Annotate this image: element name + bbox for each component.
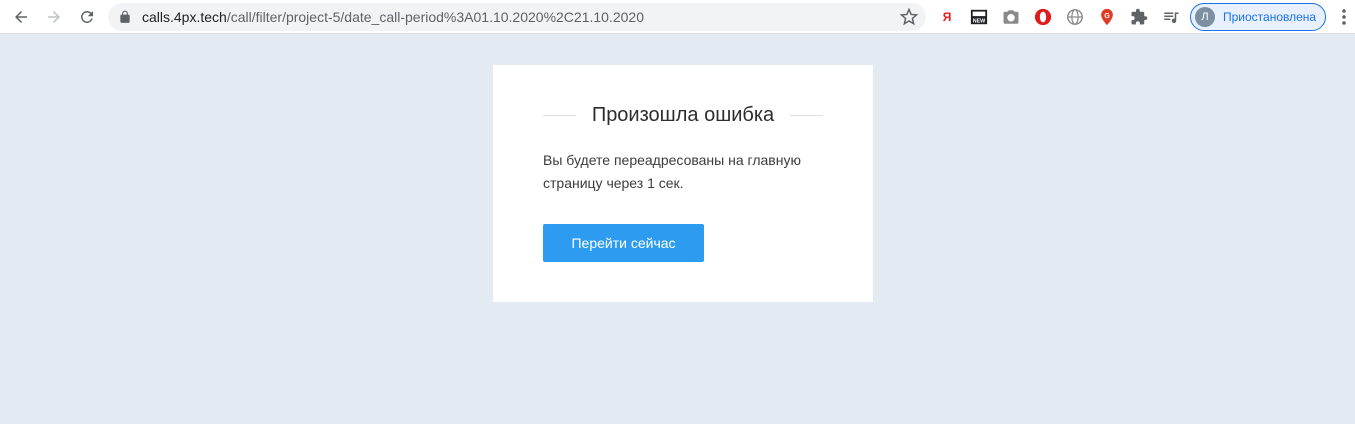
go-now-button[interactable]: Перейти сейчас xyxy=(543,224,704,262)
more-menu-icon[interactable] xyxy=(1336,7,1352,27)
browser-toolbar: calls.4px.tech/call/filter/project-5/dat… xyxy=(0,0,1355,34)
svg-text:NEW: NEW xyxy=(973,18,986,24)
back-button[interactable] xyxy=(9,5,33,29)
card-title-row: Произошла ошибка xyxy=(543,103,823,127)
svg-text:G: G xyxy=(1104,11,1110,20)
profile-status-label: Приостановлена xyxy=(1223,10,1317,24)
profile-button[interactable]: Л Приостановлена xyxy=(1190,3,1326,31)
location-pin-icon[interactable]: G xyxy=(1097,7,1117,27)
forward-button[interactable] xyxy=(42,5,66,29)
page-title: Произошла ошибка xyxy=(591,104,775,126)
arrow-left-icon xyxy=(15,11,27,23)
url-text: calls.4px.tech/call/filter/project-5/dat… xyxy=(142,9,644,25)
error-card: Произошла ошибка Вы будете переадресован… xyxy=(493,65,873,302)
yandex-icon[interactable]: Я xyxy=(937,7,957,27)
reload-icon xyxy=(80,10,93,23)
news-icon[interactable]: NEW xyxy=(969,7,989,27)
redirect-message: Вы будете переадресованы на главную стра… xyxy=(543,152,801,191)
reload-button[interactable] xyxy=(75,5,99,29)
lock-icon xyxy=(120,10,130,23)
media-queue-icon[interactable] xyxy=(1161,7,1181,27)
title-divider-right xyxy=(790,115,823,116)
avatar: Л xyxy=(1195,7,1215,27)
bookmark-star-icon[interactable] xyxy=(900,8,918,26)
opera-icon[interactable] xyxy=(1033,7,1053,27)
puzzle-icon[interactable] xyxy=(1129,7,1149,27)
url-host: calls.4px.tech xyxy=(142,9,227,25)
globe-icon[interactable] xyxy=(1065,7,1085,27)
arrow-right-icon xyxy=(48,11,60,23)
camera-icon[interactable] xyxy=(1001,7,1021,27)
address-bar[interactable]: calls.4px.tech/call/filter/project-5/dat… xyxy=(108,3,926,31)
url-path: /call/filter/project-5/date_call-period%… xyxy=(226,9,644,25)
